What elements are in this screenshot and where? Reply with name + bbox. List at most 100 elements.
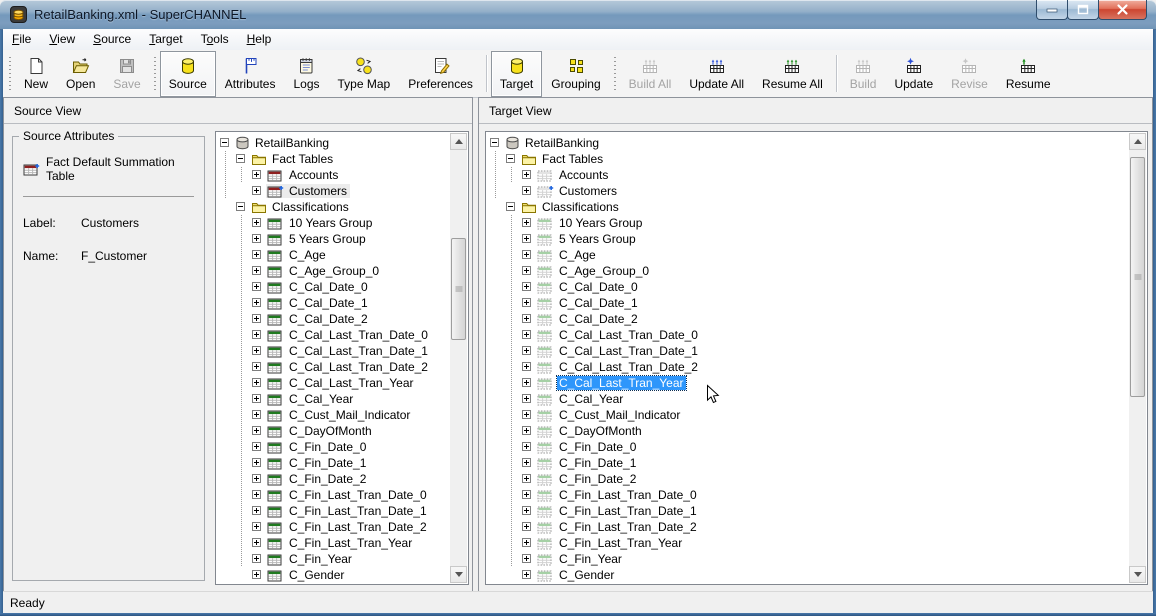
tree-item-c-gender[interactable]: C_Gender [218,567,448,583]
expander-plus-icon[interactable] [520,343,536,359]
expander-plus-icon[interactable] [250,343,266,359]
toolbar-button-grouping[interactable]: Grouping [542,51,609,97]
tree-item-c-fin-last-tran-date-1[interactable]: C_Fin_Last_Tran_Date_1 [488,503,1127,519]
expander-plus-icon[interactable] [520,375,536,391]
tree-item-c-cal-last-tran-date-1[interactable]: C_Cal_Last_Tran_Date_1 [488,343,1127,359]
expander-plus-icon[interactable] [520,487,536,503]
expander-minus-icon[interactable] [504,151,520,167]
tree-item-c-cal-last-tran-year[interactable]: C_Cal_Last_Tran_Year [218,375,448,391]
tree-item-c-fin-last-tran-date-0[interactable]: C_Fin_Last_Tran_Date_0 [218,487,448,503]
expander-plus-icon[interactable] [250,455,266,471]
expander-plus-icon[interactable] [250,167,266,183]
expander-plus-icon[interactable] [250,471,266,487]
expander-plus-icon[interactable] [250,391,266,407]
tree-item-c-cal-year[interactable]: C_Cal_Year [218,391,448,407]
toolbar-button-target[interactable]: Target [491,51,542,97]
tree-item-c-cal-last-tran-date-0[interactable]: C_Cal_Last_Tran_Date_0 [218,327,448,343]
scrollbar-thumb[interactable] [451,238,466,340]
tree-item-fact-tables[interactable]: Fact Tables [488,151,1127,167]
tree-item-c-fin-date-1[interactable]: C_Fin_Date_1 [488,455,1127,471]
expander-plus-icon[interactable] [250,215,266,231]
expander-plus-icon[interactable] [250,231,266,247]
expander-plus-icon[interactable] [250,327,266,343]
expander-plus-icon[interactable] [520,231,536,247]
expander-plus-icon[interactable] [250,519,266,535]
maximize-button[interactable] [1067,0,1099,20]
tree-item-c-fin-date-1[interactable]: C_Fin_Date_1 [218,455,448,471]
tree-item-c-cal-last-tran-date-0[interactable]: C_Cal_Last_Tran_Date_0 [488,327,1127,343]
tree-item-c-gender[interactable]: C_Gender [488,567,1127,583]
tree-item-c-dayofmonth[interactable]: C_DayOfMonth [488,423,1127,439]
tree-item-c-fin-last-tran-date-2[interactable]: C_Fin_Last_Tran_Date_2 [488,519,1127,535]
minimize-button[interactable] [1036,0,1068,20]
tree-item-10-years-group[interactable]: 10 Years Group [218,215,448,231]
tree-item-c-fin-date-2[interactable]: C_Fin_Date_2 [488,471,1127,487]
tree-item-c-cal-date-2[interactable]: C_Cal_Date_2 [488,311,1127,327]
toolbar-button-update-all[interactable]: Update All [680,51,753,97]
title-bar[interactable]: RetailBanking.xml - SuperCHANNEL [0,0,1156,30]
tree-item-c-cal-last-tran-date-1[interactable]: C_Cal_Last_Tran_Date_1 [218,343,448,359]
expander-minus-icon[interactable] [234,199,250,215]
expander-plus-icon[interactable] [250,295,266,311]
scroll-down-icon[interactable] [450,566,467,583]
expander-plus-icon[interactable] [520,215,536,231]
expander-plus-icon[interactable] [250,311,266,327]
tree-item-c-age-group-0[interactable]: C_Age_Group_0 [218,263,448,279]
expander-plus-icon[interactable] [250,567,266,583]
scrollbar-track[interactable] [1129,150,1146,566]
expander-plus-icon[interactable] [520,359,536,375]
expander-plus-icon[interactable] [520,279,536,295]
close-button[interactable] [1098,0,1147,20]
expander-plus-icon[interactable] [520,327,536,343]
tree-item-c-cal-last-tran-date-2[interactable]: C_Cal_Last_Tran_Date_2 [488,359,1127,375]
tree-item-fact-tables[interactable]: Fact Tables [218,151,448,167]
expander-plus-icon[interactable] [520,183,536,199]
tree-item-5-years-group[interactable]: 5 Years Group [218,231,448,247]
expander-plus-icon[interactable] [250,279,266,295]
toolbar-button-source[interactable]: Source [160,51,216,97]
scrollbar-track[interactable] [450,150,467,566]
tree-item-c-cal-date-0[interactable]: C_Cal_Date_0 [218,279,448,295]
toolbar-button-open[interactable]: Open [57,51,104,97]
tree-item-10-years-group[interactable]: 10 Years Group [488,215,1127,231]
expander-plus-icon[interactable] [520,535,536,551]
expander-plus-icon[interactable] [520,263,536,279]
expander-plus-icon[interactable] [520,391,536,407]
scrollbar-thumb[interactable] [1130,157,1145,397]
expander-plus-icon[interactable] [520,439,536,455]
expander-plus-icon[interactable] [250,551,266,567]
toolbar-button-new[interactable]: New [15,51,57,97]
expander-plus-icon[interactable] [250,183,266,199]
expander-plus-icon[interactable] [520,471,536,487]
menu-file[interactable]: File [3,29,40,50]
expander-plus-icon[interactable] [250,503,266,519]
toolbar-button-attributes[interactable]: Attributes [216,51,285,97]
toolbar-button-type-map[interactable]: Type Map [329,51,400,97]
menu-view[interactable]: View [40,29,84,50]
expander-plus-icon[interactable] [520,551,536,567]
tree-item-accounts[interactable]: Accounts [218,167,448,183]
expander-plus-icon[interactable] [520,407,536,423]
expander-plus-icon[interactable] [250,439,266,455]
tree-item-c-fin-last-tran-date-2[interactable]: C_Fin_Last_Tran_Date_2 [218,519,448,535]
expander-plus-icon[interactable] [520,423,536,439]
expander-plus-icon[interactable] [250,263,266,279]
tree-item-c-fin-year[interactable]: C_Fin_Year [218,551,448,567]
tree-item-c-fin-last-tran-date-1[interactable]: C_Fin_Last_Tran_Date_1 [218,503,448,519]
target-tree-scrollbar[interactable] [1129,133,1146,583]
menu-help[interactable]: Help [238,29,281,50]
tree-item-c-cal-date-1[interactable]: C_Cal_Date_1 [218,295,448,311]
expander-minus-icon[interactable] [218,135,234,151]
toolbar-button-update[interactable]: Update [885,51,942,97]
tree-item-c-fin-last-tran-date-0[interactable]: C_Fin_Last_Tran_Date_0 [488,487,1127,503]
tree-item-c-fin-year[interactable]: C_Fin_Year [488,551,1127,567]
toolbar-button-preferences[interactable]: Preferences [399,51,482,97]
expander-plus-icon[interactable] [520,295,536,311]
expander-minus-icon[interactable] [488,135,504,151]
expander-plus-icon[interactable] [250,247,266,263]
tree-item-classifications[interactable]: Classifications [488,199,1127,215]
menu-source[interactable]: Source [84,29,140,50]
expander-plus-icon[interactable] [250,423,266,439]
expander-plus-icon[interactable] [520,455,536,471]
tree-item-c-fin-date-0[interactable]: C_Fin_Date_0 [218,439,448,455]
